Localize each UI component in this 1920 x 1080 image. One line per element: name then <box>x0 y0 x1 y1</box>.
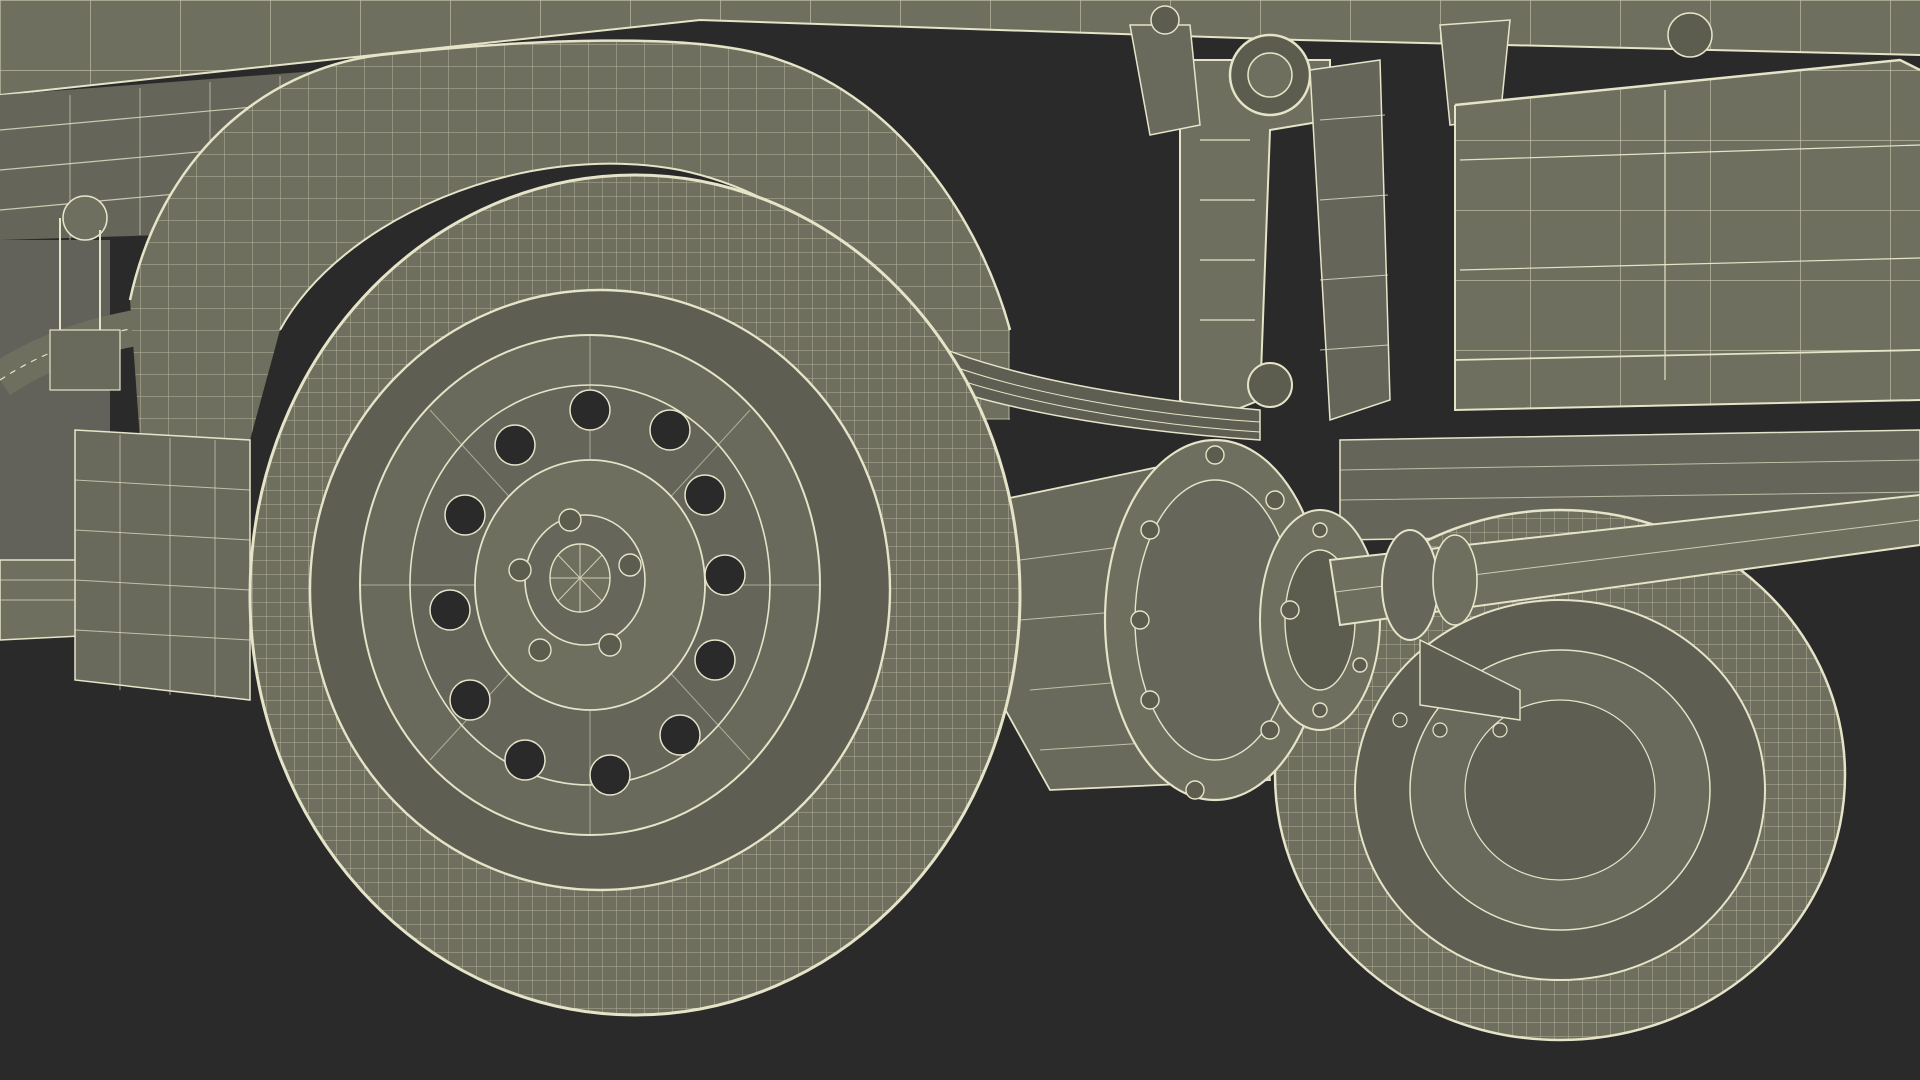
front-wheel-rim <box>359 334 821 836</box>
render-viewport <box>0 0 1920 1080</box>
wireframe-render <box>0 0 1920 1080</box>
